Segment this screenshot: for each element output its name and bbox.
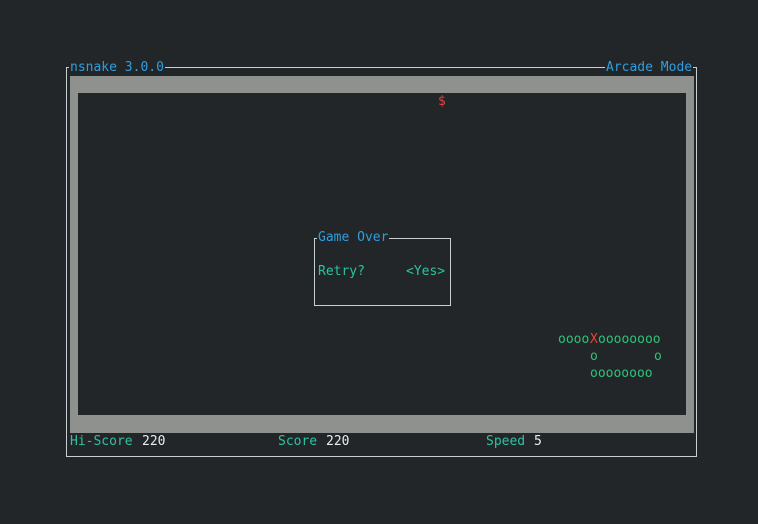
speed-label: Speed [486, 434, 526, 449]
game-screen: nsnake 3.0.0 Arcade Mode $ oooo X oooooo… [0, 0, 758, 524]
fruit: $ [438, 94, 446, 109]
snake-body-segment: oooo [558, 332, 590, 347]
window-title: nsnake 3.0.0 [69, 60, 165, 76]
score-value: 220 [326, 434, 350, 449]
snake-head: X [590, 332, 598, 347]
game-mode-label: Arcade Mode [605, 60, 694, 76]
speed-value: 5 [534, 434, 542, 449]
snake-body-segment: o [590, 349, 598, 364]
dialog-title: Game Over [317, 230, 390, 246]
snake-body-segment: oooooooo [590, 366, 653, 381]
snake-body-segment: o [654, 349, 662, 364]
score-label: Score [278, 434, 318, 449]
yes-button[interactable]: <Yes> [406, 264, 445, 280]
hiscore-value: 220 [142, 434, 166, 449]
snake-body-segment: oooooooo [598, 332, 661, 347]
retry-prompt: Retry? [318, 264, 365, 279]
hiscore-label: Hi-Score [70, 434, 133, 449]
